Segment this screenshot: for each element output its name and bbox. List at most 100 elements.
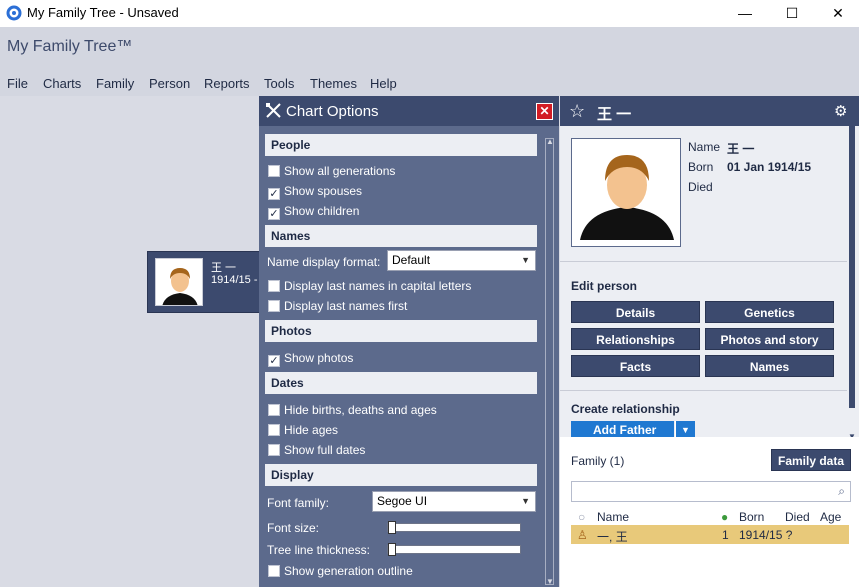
search-icon: ⌕	[838, 484, 845, 498]
tree-person-card[interactable]: 王 一 1914/15 -	[147, 251, 260, 313]
menu-person[interactable]: Person	[149, 76, 190, 91]
tree-line-thickness-handle[interactable]	[388, 543, 396, 556]
relationships-button[interactable]: Relationships	[571, 328, 700, 350]
header-died[interactable]: Died	[785, 510, 810, 524]
family-search-input[interactable]: ⌕	[571, 481, 851, 502]
options-scrollbar[interactable]: ▲ ▼	[545, 137, 554, 586]
family-heading: Family (1)	[571, 454, 625, 468]
names-button[interactable]: Names	[705, 355, 834, 377]
table-row[interactable]: ♙ 一, 王 1 1914/15 ?	[571, 525, 849, 544]
header-age[interactable]: Age	[820, 510, 841, 524]
menu-help[interactable]: Help	[370, 76, 397, 91]
name-label: Name	[688, 140, 721, 154]
last-names-first-checkbox[interactable]	[268, 300, 280, 312]
count-icon: ●	[721, 510, 729, 524]
option-show-children[interactable]: ✓ Show children	[268, 203, 359, 220]
person-silhouette-icon	[572, 139, 680, 246]
section-people: People	[265, 134, 537, 156]
tree-person-dates: 1914/15 -	[211, 274, 258, 286]
show-spouses-checkbox[interactable]: ✓	[268, 188, 280, 200]
font-size-slider[interactable]	[387, 521, 521, 534]
person-header: ☆ 王 一 ⚙	[560, 96, 859, 126]
born-label: Born	[688, 160, 714, 174]
tree-line-thickness-slider[interactable]	[387, 543, 521, 556]
chevron-down-icon: ▼	[521, 255, 530, 265]
menu-file[interactable]: File	[7, 76, 28, 91]
app-brand: My Family Tree™	[7, 38, 133, 55]
star-icon[interactable]: ☆	[569, 101, 585, 122]
photos-story-button[interactable]: Photos and story	[705, 328, 834, 350]
hide-births-checkbox[interactable]	[268, 404, 280, 416]
tools-icon	[266, 103, 281, 118]
menu-tools[interactable]: Tools	[264, 76, 294, 91]
maximize-button[interactable]: ☐	[769, 0, 815, 27]
option-show-spouses[interactable]: ✓ Show spouses	[268, 183, 362, 200]
show-all-generations-checkbox[interactable]	[268, 165, 280, 177]
section-dates: Dates	[265, 372, 537, 394]
name-value: 王 一	[727, 142, 755, 156]
option-show-full-dates[interactable]: Show full dates	[268, 442, 365, 458]
menu-family[interactable]: Family	[96, 76, 134, 91]
family-section: Family (1) Family data ⌕ ○ Name ● Born D…	[560, 437, 859, 587]
tree-canvas[interactable]	[0, 96, 259, 587]
person-silhouette-icon	[156, 259, 202, 305]
tree-person-photo	[155, 258, 203, 306]
show-children-checkbox[interactable]: ✓	[268, 208, 280, 220]
facts-button[interactable]: Facts	[571, 355, 700, 377]
person-icon: ♙	[577, 528, 588, 542]
divider	[560, 261, 847, 262]
option-hide-ages[interactable]: Hide ages	[268, 422, 338, 438]
font-size-slider-handle[interactable]	[388, 521, 396, 534]
person-header-name: 王 一	[597, 106, 632, 123]
menu-reports[interactable]: Reports	[204, 76, 250, 91]
family-data-button[interactable]: Family data	[771, 449, 851, 471]
option-hide-births[interactable]: Hide births, deaths and ages	[268, 402, 437, 418]
row-born: 1914/15 ?	[739, 528, 793, 542]
row-name: 一, 王	[597, 530, 628, 544]
died-label: Died	[688, 180, 713, 194]
close-panel-button[interactable]: ✕	[536, 103, 553, 120]
name-format-select[interactable]: Default ▼	[387, 250, 536, 271]
menu-bar: File Charts Family Person Reports Tools …	[0, 69, 859, 96]
close-window-button[interactable]: ✕	[815, 0, 859, 27]
tree-line-thickness-label: Tree line thickness:	[267, 543, 370, 557]
minimize-button[interactable]: —	[722, 0, 768, 27]
window-titlebar: My Family Tree - Unsaved — ☐ ✕	[0, 0, 859, 27]
name-format-label: Name display format:	[267, 255, 381, 269]
chevron-down-icon: ▼	[521, 496, 530, 506]
scroll-down-icon[interactable]: ▼	[546, 577, 554, 586]
section-photos: Photos	[265, 320, 537, 342]
scroll-up-icon[interactable]: ▲	[546, 137, 554, 146]
menu-charts[interactable]: Charts	[43, 76, 81, 91]
person-type-icon: ○	[578, 510, 586, 524]
person-photo[interactable]	[571, 138, 681, 247]
font-family-label: Font family:	[267, 496, 330, 510]
last-names-caps-checkbox[interactable]	[268, 280, 280, 292]
show-generation-outline-checkbox[interactable]	[268, 565, 280, 577]
font-size-label: Font size:	[267, 521, 320, 535]
option-last-names-caps[interactable]: Display last names in capital letters	[268, 278, 471, 294]
genetics-button[interactable]: Genetics	[705, 301, 834, 323]
show-full-dates-checkbox[interactable]	[268, 444, 280, 456]
hide-ages-checkbox[interactable]	[268, 424, 280, 436]
header-name[interactable]: Name	[597, 510, 629, 524]
option-last-names-first[interactable]: Display last names first	[268, 298, 407, 314]
tree-person-name: 王 一	[211, 262, 237, 274]
font-family-select[interactable]: Segoe UI ▼	[372, 491, 536, 512]
chart-options-title: Chart Options	[286, 103, 379, 120]
person-scrollbar[interactable]: ▼	[847, 126, 857, 441]
details-button[interactable]: Details	[571, 301, 700, 323]
option-show-photos[interactable]: ✓ Show photos	[268, 350, 353, 367]
show-photos-checkbox[interactable]: ✓	[268, 355, 280, 367]
section-names: Names	[265, 225, 537, 247]
row-count: 1	[722, 528, 729, 542]
menu-themes[interactable]: Themes	[310, 76, 357, 91]
window-title: My Family Tree - Unsaved	[27, 5, 179, 20]
create-relationship-heading: Create relationship	[571, 402, 680, 416]
edit-person-heading: Edit person	[571, 279, 638, 293]
person-scrollbar-thumb[interactable]	[849, 126, 855, 408]
option-show-generation-outline[interactable]: Show generation outline	[268, 563, 413, 579]
header-born[interactable]: Born	[739, 510, 764, 524]
gear-icon[interactable]: ⚙	[834, 102, 847, 120]
option-show-all-generations[interactable]: Show all generations	[268, 163, 395, 179]
